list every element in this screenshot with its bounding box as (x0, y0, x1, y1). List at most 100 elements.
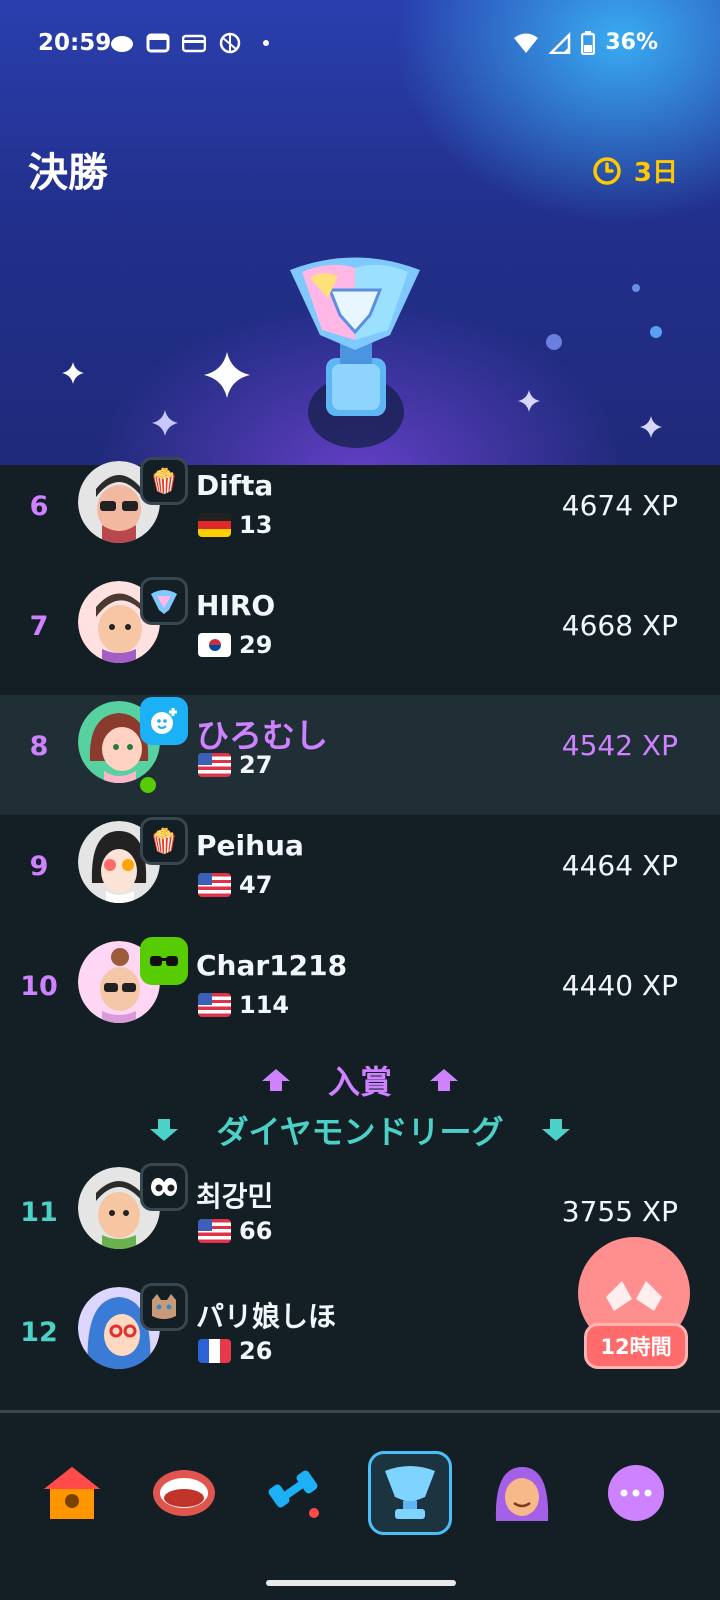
usa-flag-icon (198, 873, 231, 897)
streak-count: 27 (239, 751, 273, 779)
popcorn-icon: 🍿 (140, 817, 188, 865)
user-name: ひろむし (196, 716, 328, 755)
diamond-trophy-icon (290, 257, 420, 448)
orb-decoration (632, 284, 640, 292)
nav-practice[interactable] (254, 1451, 338, 1535)
leaderboard-icon (385, 1466, 435, 1519)
cool-owl-icon (140, 937, 188, 985)
leaderboard-row[interactable]: 7 HIRO 29 4668 XP (0, 575, 720, 695)
battery-icon (581, 30, 596, 55)
promotion-zone-divider: 入賞 (0, 1055, 720, 1105)
status-bar: 20:59 36% (0, 0, 720, 90)
rank-number: 9 (29, 851, 49, 882)
status-time: 20:59 (38, 30, 112, 56)
user-name: Char1218 (196, 949, 348, 982)
chest-timer[interactable]: 12時間 (584, 1323, 688, 1369)
demotion-label: ダイヤモンドリーグ (216, 1113, 504, 1151)
league-title: 決勝 (28, 150, 108, 196)
online-indicator (137, 774, 159, 796)
orb-decoration (546, 334, 562, 350)
vpn-globe-icon (219, 32, 241, 54)
user-meta: 66 (198, 1217, 272, 1245)
user-name: Difta (196, 469, 274, 502)
status-system-icons: 36% (513, 30, 658, 55)
signal-icon (549, 31, 571, 54)
france-flag-icon (198, 1339, 231, 1363)
germany-flag-icon (198, 513, 231, 537)
arrow-down-icon (150, 1119, 179, 1141)
user-name: パリ娘しほ (196, 1300, 337, 1333)
diamond-trophy-icon (140, 577, 188, 625)
status-notification-icons (110, 32, 278, 54)
timer-icon (593, 156, 621, 185)
streak-count: 66 (239, 1217, 273, 1245)
bottom-navigation (0, 1410, 720, 1600)
user-meta: 27 (198, 751, 272, 779)
user-name: 최강민 (196, 1180, 274, 1213)
rank-number: 12 (20, 1317, 58, 1348)
sparkle-icon (204, 352, 250, 398)
xp-total: 4668 XP (561, 609, 678, 642)
add-friend-icon (140, 697, 188, 745)
leaderboard-row-current-user[interactable]: 8 ひろむし 27 4542 XP (0, 695, 720, 815)
more-notifications-icon (263, 40, 269, 46)
arrow-up-icon (430, 1069, 458, 1091)
rank-number: 6 (29, 491, 49, 522)
streak-count: 47 (239, 871, 273, 899)
rank-number: 8 (29, 731, 49, 762)
arrow-down-icon (541, 1119, 570, 1141)
nav-more[interactable] (594, 1451, 678, 1535)
xp-total: 3755 XP (561, 1195, 678, 1228)
xp-total: 4542 XP (561, 729, 678, 762)
usa-flag-icon (198, 1219, 231, 1243)
leaderboard-row[interactable]: 9 🍿 Peihua 47 4464 XP (0, 815, 720, 935)
speaking-icon (153, 1470, 215, 1516)
wifi-icon (514, 33, 539, 53)
sparkle-icon (518, 390, 540, 412)
streak-count: 26 (239, 1337, 273, 1365)
popcorn-icon: 🍿 (140, 457, 188, 505)
streak-count: 13 (239, 511, 273, 539)
eyes-icon (140, 1163, 188, 1211)
streak-count: 29 (239, 631, 273, 659)
cast-icon (146, 33, 170, 53)
user-name: Peihua (196, 829, 304, 862)
leaderboard-row[interactable]: 10 Char1218 114 4440 XP (0, 935, 720, 1055)
nav-leaderboard[interactable] (368, 1451, 452, 1535)
sparkle-icon (152, 410, 178, 436)
rank-number: 7 (29, 611, 49, 642)
cat-icon (140, 1283, 188, 1331)
rank-number: 10 (20, 971, 58, 1002)
user-meta: 26 (198, 1337, 272, 1365)
xp-total: 4440 XP (561, 969, 678, 1002)
usa-flag-icon (198, 753, 231, 777)
nav-characters[interactable] (480, 1451, 564, 1535)
characters-icon (495, 1467, 549, 1521)
south-korea-flag-icon (198, 633, 231, 657)
league-header: 20:59 36% 決勝 3日 (0, 0, 720, 465)
user-meta: 114 (198, 991, 289, 1019)
sparkle-icon (62, 362, 84, 384)
user-meta: 47 (198, 871, 272, 899)
league-timer: 3日 (592, 152, 678, 189)
card-icon (182, 34, 206, 53)
demotion-zone-divider: ダイヤモンドリーグ (0, 1105, 720, 1155)
practice-icon (268, 1470, 319, 1518)
rank-number: 11 (20, 1197, 58, 1228)
home-indicator[interactable] (266, 1580, 456, 1586)
nav-home[interactable] (30, 1451, 114, 1535)
usa-flag-icon (198, 993, 231, 1017)
sparkle-icon (640, 416, 662, 438)
more-icon (608, 1465, 664, 1521)
user-meta: 29 (198, 631, 272, 659)
xp-total: 4674 XP (561, 489, 678, 522)
battery-percent: 36% (605, 30, 658, 55)
nav-speaking[interactable] (142, 1451, 226, 1535)
timer-label: 3日 (633, 158, 678, 188)
xp-total: 4464 XP (561, 849, 678, 882)
user-name: HIRO (196, 589, 276, 622)
home-icon (44, 1467, 100, 1519)
leaderboard-row[interactable]: 6 🍿 Difta 13 4674 XP (0, 455, 720, 575)
user-meta: 13 (198, 511, 272, 539)
arrow-up-icon (261, 1069, 290, 1091)
